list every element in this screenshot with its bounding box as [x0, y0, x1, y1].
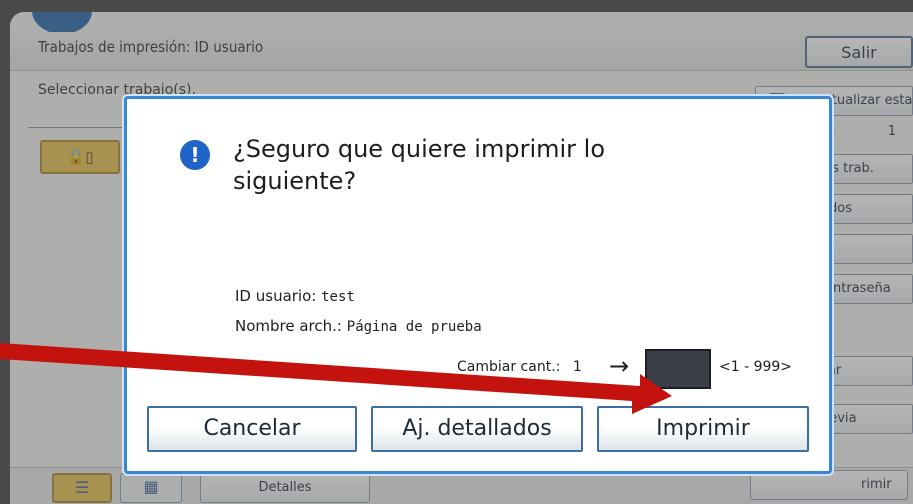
annotation-arrow: [0, 343, 672, 414]
annotation-arrow-shape: [0, 343, 672, 414]
